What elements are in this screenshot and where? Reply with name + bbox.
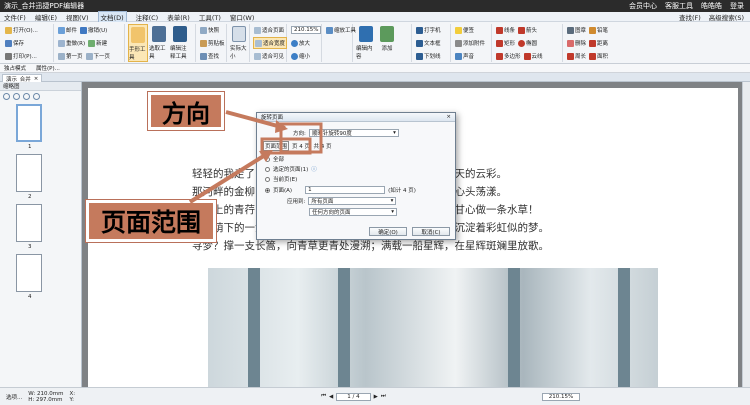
page-range-arrow xyxy=(188,150,272,204)
callout-arrows xyxy=(188,110,323,204)
